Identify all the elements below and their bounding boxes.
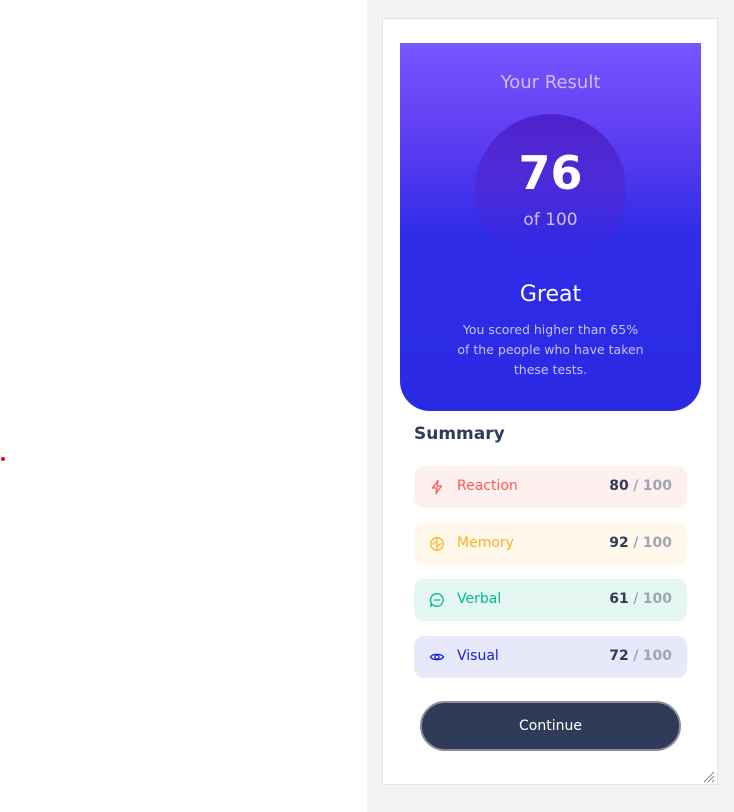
score-value-verbal: 61 [609,591,629,607]
score-separator: / [633,535,639,551]
score-separator: / [633,648,639,664]
chat-bubble-icon [429,592,445,608]
summary-row-reaction: Reaction 80 / 100 [414,466,687,508]
brain-icon [429,536,445,552]
summary-label-visual: Visual [457,648,499,664]
eye-icon [429,649,445,665]
summary-score-visual: 72 / 100 [609,648,672,664]
summary-score-verbal: 61 / 100 [609,591,672,607]
continue-button[interactable]: Continue [420,701,681,751]
summary-row-visual: Visual 72 / 100 [414,636,687,678]
result-panel: Your Result 76 of 100 Great You scored h… [400,43,701,411]
summary-label-verbal: Verbal [457,591,502,607]
score-value-reaction: 80 [609,478,629,494]
score-separator: / [633,591,639,607]
score-max-verbal: 100 [642,591,672,607]
resize-handle-icon[interactable] [701,768,715,783]
score-value-memory: 92 [609,535,629,551]
score-max-visual: 100 [642,648,672,664]
score-max-reaction: 100 [642,478,672,494]
summary-title: Summary [414,424,505,444]
summary-row-memory: Memory 92 / 100 [414,523,687,565]
summary-score-memory: 92 / 100 [609,535,672,551]
results-card: Your Result 76 of 100 Great You scored h… [382,18,718,785]
summary-label-memory: Memory [457,535,514,551]
preview-pane: Your Result 76 of 100 Great You scored h… [367,0,734,812]
score-circle: 76 of 100 [475,114,626,265]
result-heading: Your Result [500,72,601,93]
summary-row-verbal: Verbal 61 / 100 [414,579,687,621]
score-total: of 100 [523,210,578,230]
result-grade: Great [519,282,582,307]
summary-label-reaction: Reaction [457,478,518,494]
score-value: 76 [518,146,583,200]
marker-dot [1,457,5,461]
left-blank-area [0,0,367,812]
lightning-icon [429,479,445,495]
score-value-visual: 72 [609,648,629,664]
score-max-memory: 100 [642,535,672,551]
score-separator: / [633,478,639,494]
summary-score-reaction: 80 / 100 [609,478,672,494]
result-description: You scored higher than 65% of the people… [457,322,644,377]
